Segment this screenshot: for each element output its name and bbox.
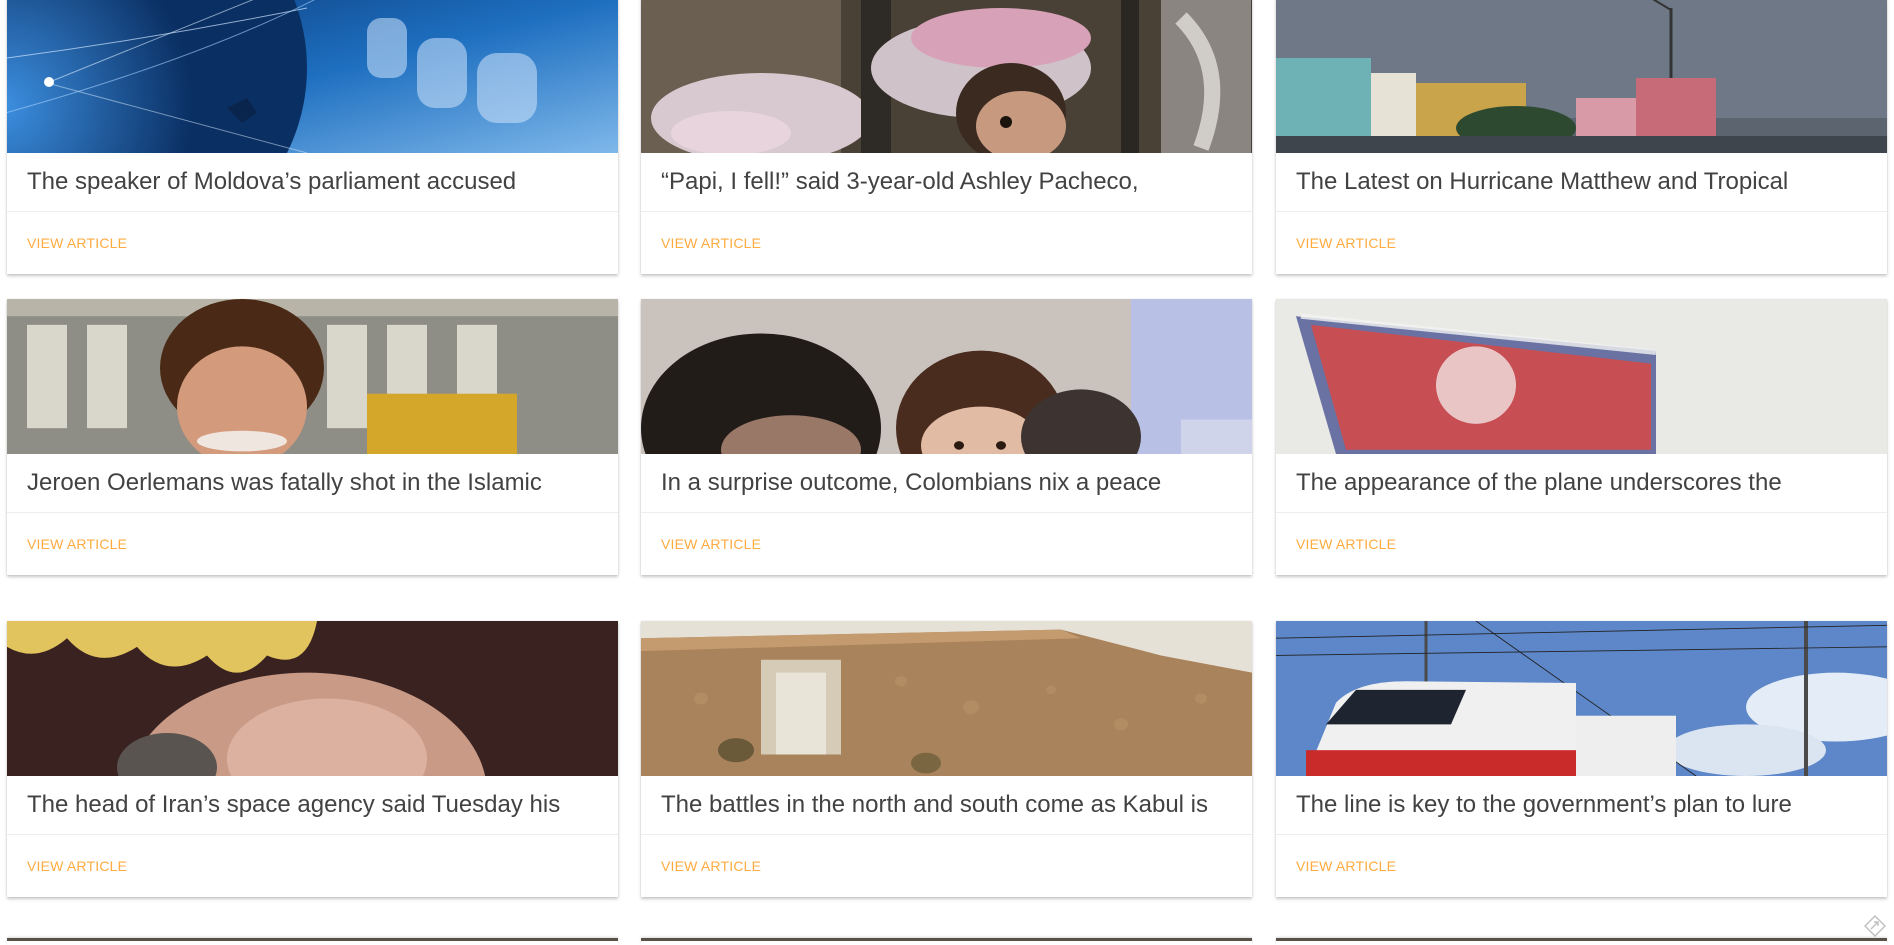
view-article-link[interactable]: VIEW ARTICLE	[27, 235, 127, 251]
mud-wall-soldiers-image[interactable]	[641, 621, 1252, 776]
view-article-link[interactable]: VIEW ARTICLE	[661, 536, 761, 552]
view-article-link[interactable]: VIEW ARTICLE	[27, 858, 127, 874]
article-title[interactable]: In a surprise outcome, Colombians nix a …	[641, 454, 1252, 513]
article-card: Jeroen Oerlemans was fatally shot in the…	[7, 299, 618, 575]
view-article-link[interactable]: VIEW ARTICLE	[1296, 235, 1396, 251]
article-card: “Papi, I fell!” said 3-year-old Ashley P…	[641, 0, 1252, 274]
article-action: VIEW ARTICLE	[641, 212, 1252, 274]
article-action: VIEW ARTICLE	[1276, 513, 1887, 575]
child-in-bed-image[interactable]	[641, 0, 1252, 153]
train-image[interactable]	[1276, 621, 1887, 776]
view-article-link[interactable]: VIEW ARTICLE	[661, 235, 761, 251]
article-action: VIEW ARTICLE	[641, 835, 1252, 897]
article-title[interactable]: The speaker of Moldova’s parliament accu…	[7, 153, 618, 212]
article-card-partial	[7, 938, 618, 945]
article-action: VIEW ARTICLE	[7, 212, 618, 274]
article-action: VIEW ARTICLE	[1276, 212, 1887, 274]
article-card: The appearance of the plane underscores …	[1276, 299, 1887, 575]
article-card: The speaker of Moldova’s parliament accu…	[7, 0, 618, 274]
flag-image[interactable]	[1276, 299, 1887, 454]
article-title[interactable]: The line is key to the government’s plan…	[1276, 776, 1887, 835]
crowd-faces-image[interactable]	[641, 299, 1252, 454]
article-title[interactable]: Jeroen Oerlemans was fatally shot in the…	[7, 454, 618, 513]
view-article-link[interactable]: VIEW ARTICLE	[27, 536, 127, 552]
article-card-partial	[641, 938, 1252, 945]
journalist-portrait-image[interactable]	[7, 299, 618, 454]
article-title[interactable]: The battles in the north and south come …	[641, 776, 1252, 835]
article-title[interactable]: The head of Iran’s space agency said Tue…	[7, 776, 618, 835]
globe-technology-image[interactable]	[7, 0, 618, 153]
diamond-arrow-icon[interactable]	[1864, 915, 1886, 937]
article-title[interactable]: The Latest on Hurricane Matthew and Trop…	[1276, 153, 1887, 212]
coastal-city-image[interactable]	[1276, 0, 1887, 153]
view-article-link[interactable]: VIEW ARTICLE	[1296, 858, 1396, 874]
view-article-link[interactable]: VIEW ARTICLE	[661, 858, 761, 874]
view-article-link[interactable]: VIEW ARTICLE	[1296, 536, 1396, 552]
article-action: VIEW ARTICLE	[7, 513, 618, 575]
article-grid: The speaker of Moldova’s parliament accu…	[0, 0, 1894, 945]
article-title[interactable]: The appearance of the plane underscores …	[1276, 454, 1887, 513]
article-action: VIEW ARTICLE	[7, 835, 618, 897]
article-action: VIEW ARTICLE	[641, 513, 1252, 575]
article-card: The line is key to the government’s plan…	[1276, 621, 1887, 897]
article-card: The head of Iran’s space agency said Tue…	[7, 621, 618, 897]
article-card: In a surprise outcome, Colombians nix a …	[641, 299, 1252, 575]
article-title[interactable]: “Papi, I fell!” said 3-year-old Ashley P…	[641, 153, 1252, 212]
bald-head-image[interactable]	[7, 621, 618, 776]
article-action: VIEW ARTICLE	[1276, 835, 1887, 897]
article-card: The Latest on Hurricane Matthew and Trop…	[1276, 0, 1887, 274]
article-card: The battles in the north and south come …	[641, 621, 1252, 897]
article-card-partial	[1276, 938, 1887, 945]
